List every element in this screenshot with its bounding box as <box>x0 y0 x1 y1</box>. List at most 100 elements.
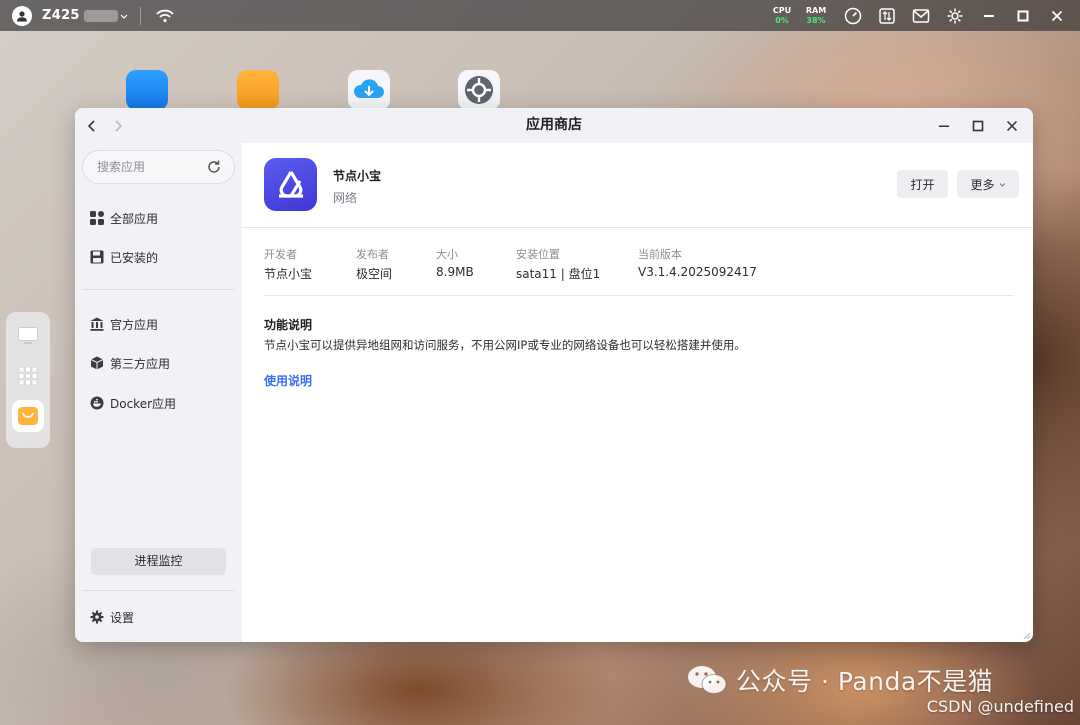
device-name[interactable]: Z425 <box>42 8 80 23</box>
minimize-icon[interactable] <box>972 0 1006 31</box>
docker-icon <box>90 396 104 410</box>
process-monitor-button[interactable]: 进程监控 <box>91 548 226 575</box>
wechat-watermark-text: 公众号 · Panda不是猫 <box>736 667 994 696</box>
ram-meter[interactable]: RAM 38% <box>802 6 830 26</box>
save-icon <box>90 250 104 264</box>
divider <box>139 6 141 25</box>
wechat-watermark: 公众号 · Panda不是猫 <box>686 662 993 698</box>
meta-value: 8.9MB <box>436 265 474 279</box>
desktop-files-icon[interactable] <box>126 70 168 110</box>
meta-key: 当前版本 <box>638 248 682 261</box>
meta-key: 安装位置 <box>516 248 560 261</box>
meta-key: 发布者 <box>356 248 389 261</box>
chevron-down-icon <box>999 182 1005 187</box>
meta-publisher: 发布者 极空间 <box>356 246 392 282</box>
minimize-icon <box>939 125 949 127</box>
window-close-button[interactable] <box>995 108 1029 143</box>
divider <box>82 289 235 290</box>
gear-icon <box>90 610 104 624</box>
meta-value: 极空间 <box>356 267 393 281</box>
bank-icon <box>90 317 104 331</box>
transfer-icon[interactable] <box>870 0 904 31</box>
meta-developer: 开发者 节点小宝 <box>264 246 312 282</box>
sidebar-item-installed[interactable]: 已安装的 <box>82 242 235 272</box>
system-top-bar: Z425 CPU 0% RAM 38% <box>0 0 1080 31</box>
sidebar-item-label: Docker应用 <box>110 396 177 411</box>
monitor-icon[interactable] <box>12 320 44 352</box>
maximize-icon[interactable] <box>1006 0 1040 31</box>
window-title: 应用商店 <box>526 117 582 133</box>
close-icon <box>1006 120 1018 131</box>
chevron-right-icon <box>115 119 123 132</box>
left-dock <box>6 312 50 448</box>
grid-icon <box>90 211 104 225</box>
more-button-label: 更多 <box>970 177 995 192</box>
meta-value: sata11 | 盘位1 <box>516 267 601 281</box>
meta-version: 当前版本 V3.1.4.2025092417 <box>638 246 757 279</box>
meta-key: 大小 <box>436 248 458 261</box>
cpu-label: CPU <box>772 5 792 15</box>
divider <box>82 590 235 591</box>
usage-guide-link[interactable]: 使用说明 <box>264 372 312 389</box>
gear-icon[interactable] <box>938 0 972 31</box>
ram-value: 38% <box>806 15 826 25</box>
meta-size: 大小 8.9MB <box>436 246 474 279</box>
meta-value: V3.1.4.2025092417 <box>638 265 757 279</box>
sidebar-item-official[interactable]: 官方应用 <box>82 309 235 339</box>
close-icon[interactable] <box>1040 0 1074 31</box>
sidebar-item-label: 已安装的 <box>110 250 159 265</box>
back-button[interactable] <box>79 108 105 143</box>
resize-handle-icon[interactable] <box>1021 630 1031 640</box>
app-logo-icon <box>264 158 317 211</box>
desktop-download-icon[interactable] <box>348 70 390 110</box>
ram-label: RAM <box>805 5 827 15</box>
search-input[interactable] <box>97 160 197 174</box>
box-icon <box>90 356 104 370</box>
apps-grid-icon[interactable] <box>12 360 44 392</box>
divider <box>264 295 1013 296</box>
desktop-settings-icon[interactable] <box>458 70 500 110</box>
refresh-search-icon[interactable] <box>206 159 222 179</box>
user-avatar-icon[interactable] <box>12 5 32 26</box>
chevron-down-icon[interactable] <box>120 12 128 20</box>
forward-button[interactable] <box>105 108 131 143</box>
sidebar-item-docker[interactable]: Docker应用 <box>82 388 235 418</box>
sidebar-item-label: 设置 <box>110 610 135 625</box>
open-button-label: 打开 <box>910 177 935 192</box>
sidebar: 全部应用 已安装的 官方应用 第三方应用 Docker应用 进程监控 <box>75 143 242 642</box>
speedometer-icon[interactable] <box>836 0 870 31</box>
desktop-notes-icon[interactable] <box>237 70 279 110</box>
feature-description: 节点小宝可以提供异地组网和访问服务，不用公网IP或专业的网络设备也可以轻松搭建并… <box>264 338 746 352</box>
window-titlebar[interactable]: 应用商店 <box>75 108 1033 143</box>
window-maximize-button[interactable] <box>961 108 995 143</box>
sidebar-item-label: 官方应用 <box>110 317 159 332</box>
cpu-value: 0% <box>775 15 789 25</box>
sidebar-item-settings[interactable]: 设置 <box>82 602 235 632</box>
mail-icon[interactable] <box>904 0 938 31</box>
app-name: 节点小宝 <box>333 169 382 183</box>
app-detail-panel: 节点小宝 网络 打开 更多 开发者 节点小宝 发布者 极空间 大小 8.9MB <box>242 143 1033 642</box>
wechat-icon <box>688 666 727 694</box>
meta-install-location: 安装位置 sata11 | 盘位1 <box>516 246 600 282</box>
open-button[interactable]: 打开 <box>897 170 948 198</box>
device-name-redacted <box>83 9 118 22</box>
divider <box>242 227 1033 228</box>
window-minimize-button[interactable] <box>927 108 961 143</box>
meta-key: 开发者 <box>264 248 297 261</box>
app-store-window: 应用商店 全部应用 <box>75 108 1033 642</box>
sidebar-item-label: 全部应用 <box>110 211 159 226</box>
csdn-watermark: CSDN @undefined <box>926 697 1074 716</box>
maximize-icon <box>972 120 984 131</box>
wifi-icon[interactable] <box>155 8 175 24</box>
cpu-meter[interactable]: CPU 0% <box>768 6 796 26</box>
search-box[interactable] <box>82 150 235 184</box>
chevron-left-icon <box>87 119 95 132</box>
more-button[interactable]: 更多 <box>957 170 1019 198</box>
sidebar-item-third-party[interactable]: 第三方应用 <box>82 348 235 378</box>
feature-section-title: 功能说明 <box>264 318 313 332</box>
meta-value: 节点小宝 <box>264 267 313 281</box>
sidebar-item-all-apps[interactable]: 全部应用 <box>82 203 235 233</box>
app-store-icon[interactable] <box>12 400 44 432</box>
app-category: 网络 <box>333 191 358 205</box>
sidebar-item-label: 第三方应用 <box>110 356 171 371</box>
